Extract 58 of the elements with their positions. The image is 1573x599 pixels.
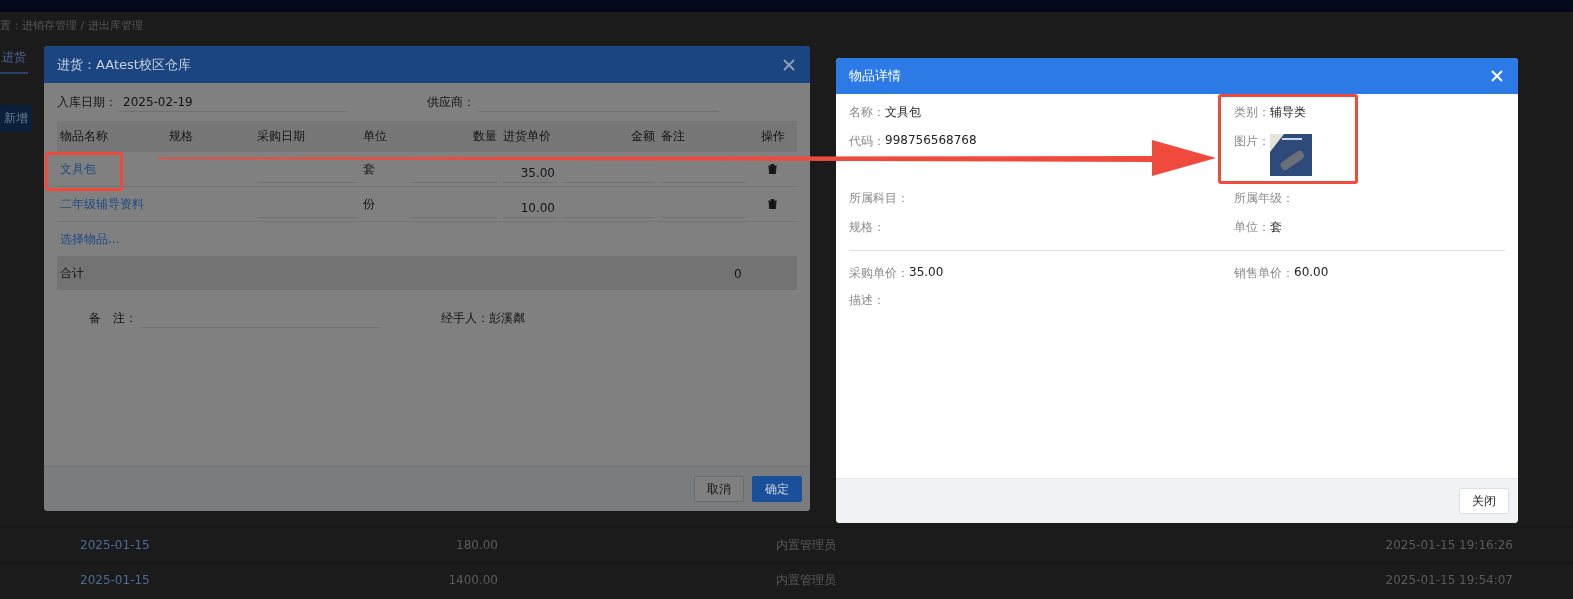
column-header: 规格 bbox=[168, 128, 194, 145]
amount-cell: 180.00 bbox=[456, 538, 498, 552]
close-button[interactable]: 关闭 bbox=[1459, 488, 1509, 514]
column-header: 物品名称 bbox=[59, 128, 109, 145]
unit-cell: 套 bbox=[363, 160, 375, 178]
field-label: 销售单价： bbox=[1234, 265, 1294, 282]
field-value: 文具包 bbox=[885, 104, 921, 121]
add-button[interactable]: 新增 bbox=[0, 104, 32, 132]
item-link[interactable]: 二年级辅导资料 bbox=[60, 195, 144, 213]
unit-cell: 份 bbox=[363, 195, 375, 213]
dialog-title: 物品详情 bbox=[849, 67, 901, 85]
handler-label: 经手人： bbox=[441, 309, 489, 327]
field-label: 描述： bbox=[849, 292, 885, 309]
handler-name: 彭溪粼 bbox=[489, 309, 525, 327]
column-header: 进货单价 bbox=[502, 128, 552, 145]
field-label: 采购单价： bbox=[849, 265, 909, 282]
field-label: 供应商： bbox=[427, 93, 475, 111]
tab[interactable]: 进货 bbox=[0, 42, 28, 74]
amount-cell: 1400.00 bbox=[448, 573, 498, 587]
date-link[interactable]: 2025-01-15 bbox=[80, 538, 150, 552]
field-label: 所属年级： bbox=[1234, 190, 1294, 207]
field-value: 998756568768 bbox=[885, 133, 977, 147]
close-icon[interactable] bbox=[783, 58, 795, 71]
field-label: 备 注： bbox=[89, 309, 137, 327]
product-image-drawing bbox=[1270, 134, 1312, 176]
cancel-button[interactable]: 取消 bbox=[694, 476, 744, 502]
field-label: 图片： bbox=[1234, 133, 1270, 150]
field-value: 辅导类 bbox=[1270, 104, 1306, 121]
price-field[interactable]: 35.00 bbox=[503, 164, 557, 183]
field-label: 类别： bbox=[1234, 104, 1270, 121]
field-label: 名称： bbox=[849, 104, 885, 121]
dialog-title: 进货：AAtest校区仓库 bbox=[57, 55, 191, 74]
trash-icon[interactable] bbox=[768, 164, 777, 174]
field-label: 规格： bbox=[849, 219, 885, 236]
column-header: 备注 bbox=[660, 128, 686, 145]
price-field[interactable]: 10.00 bbox=[503, 199, 557, 218]
column-header: 金额 bbox=[630, 128, 656, 145]
column-header: 操作 bbox=[759, 128, 786, 145]
time-cell: 2025-01-15 19:16:26 bbox=[1385, 538, 1513, 552]
field-value: 60.00 bbox=[1294, 265, 1329, 279]
date-link[interactable]: 2025-01-15 bbox=[80, 573, 150, 587]
select-items-link[interactable]: 选择物品... bbox=[60, 230, 120, 248]
field-value: 35.00 bbox=[909, 265, 944, 279]
date-field[interactable]: 2025-02-19 bbox=[119, 92, 347, 112]
item-link[interactable]: 文具包 bbox=[60, 160, 96, 178]
total-value: 0 bbox=[734, 266, 742, 281]
field-label: 所属科目： bbox=[849, 190, 909, 207]
field-value: 套 bbox=[1270, 219, 1282, 236]
column-header: 数量 bbox=[472, 128, 498, 145]
column-header: 采购日期 bbox=[256, 128, 306, 145]
trash-icon[interactable] bbox=[768, 199, 777, 209]
total-label: 合计 bbox=[60, 265, 84, 282]
time-cell: 2025-01-15 19:54:07 bbox=[1385, 573, 1513, 587]
column-header: 单位 bbox=[362, 128, 388, 145]
field-label: 入库日期： bbox=[57, 93, 117, 111]
field-label: 代码： bbox=[849, 133, 885, 150]
confirm-button[interactable]: 确定 bbox=[752, 476, 802, 502]
field-label: 单位： bbox=[1234, 219, 1270, 236]
